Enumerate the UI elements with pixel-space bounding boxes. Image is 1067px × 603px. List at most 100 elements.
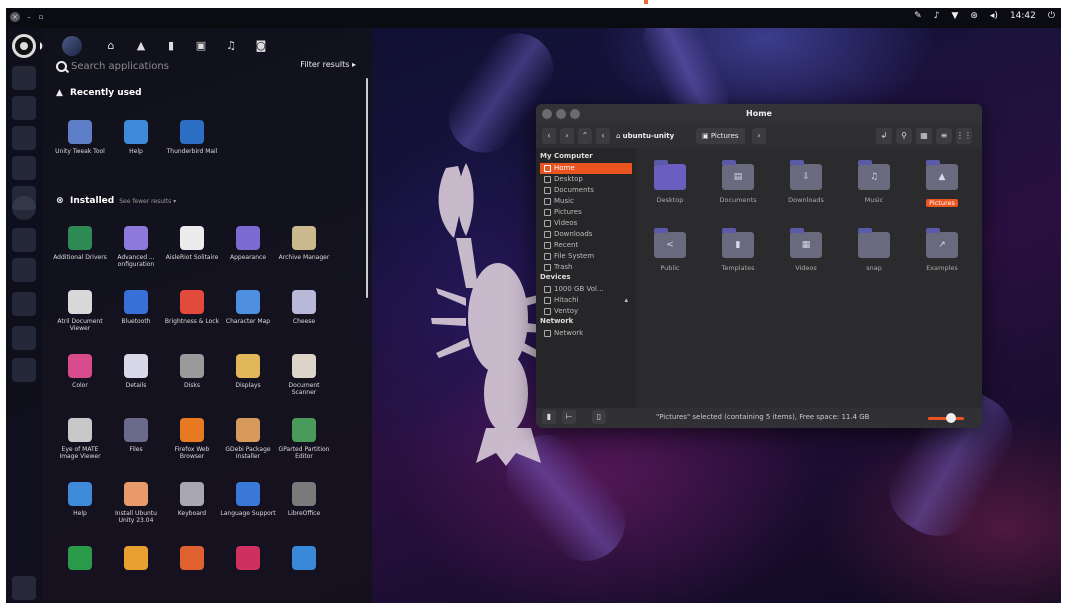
back-button[interactable]: ‹ xyxy=(542,128,556,144)
folder-item[interactable]: ↗ Examples xyxy=(912,228,972,272)
app-launcher[interactable] xyxy=(108,546,164,574)
minimize-window-button[interactable]: – xyxy=(24,12,34,22)
video-lens-icon[interactable]: ▣ xyxy=(194,39,208,53)
sidebar-item[interactable]: Recent xyxy=(540,240,632,251)
app-launcher[interactable] xyxy=(220,546,276,574)
list-view-button[interactable]: ≡ xyxy=(936,128,952,144)
launcher-item-office[interactable] xyxy=(12,126,36,150)
app-launcher[interactable]: Disks xyxy=(164,354,220,389)
sidebar-item[interactable]: Pictures xyxy=(540,207,632,218)
volume-icon[interactable]: ◂) xyxy=(990,11,998,21)
forward-button[interactable]: › xyxy=(560,128,574,144)
app-launcher[interactable]: Help xyxy=(108,120,164,155)
restore-window-button[interactable]: ▫ xyxy=(36,12,46,22)
app-launcher[interactable]: Files xyxy=(108,418,164,453)
close-window-button[interactable]: × xyxy=(10,12,20,22)
folder-item[interactable]: ▦ Videos xyxy=(776,228,836,272)
clock[interactable]: 14:42 xyxy=(1010,11,1036,21)
dash-scrollbar[interactable] xyxy=(366,78,368,298)
sidebar-section-header[interactable]: Network xyxy=(540,317,573,325)
app-launcher[interactable]: Color xyxy=(52,354,108,389)
app-launcher[interactable]: Atril Document Viewer xyxy=(52,290,108,332)
sidebar-toggle-button[interactable]: ▮ xyxy=(542,410,556,424)
launcher-item-files[interactable] xyxy=(12,66,36,90)
files-lens-icon[interactable]: ▮ xyxy=(164,39,178,53)
app-launcher[interactable]: AisleRiot Solitaire xyxy=(164,226,220,261)
launcher-item-disk[interactable] xyxy=(12,196,36,220)
app-launcher[interactable]: Advanced ... onfiguration xyxy=(108,226,164,268)
recently-used-header[interactable]: ▲ Recently used xyxy=(56,88,142,98)
app-launcher[interactable]: LibreOffice xyxy=(276,482,332,517)
folder-item[interactable]: ⇩ Downloads xyxy=(776,160,836,204)
sidebar-item[interactable]: Ventoy xyxy=(540,306,632,317)
app-launcher[interactable]: Appearance xyxy=(220,226,276,261)
compact-view-button[interactable]: ⋮⋮ xyxy=(956,128,972,144)
pen-icon[interactable]: ✎ xyxy=(914,11,922,21)
app-launcher[interactable]: Displays xyxy=(220,354,276,389)
app-launcher[interactable]: Document Scanner xyxy=(276,354,332,396)
toggle-location-button[interactable]: ↲ xyxy=(876,128,892,144)
app-launcher[interactable]: Firefox Web Browser xyxy=(164,418,220,460)
folder-item[interactable]: Desktop xyxy=(640,160,700,204)
accessibility-icon[interactable]: ⊛ xyxy=(970,11,978,21)
app-launcher[interactable]: Keyboard xyxy=(164,482,220,517)
sidebar-item[interactable]: Downloads xyxy=(540,229,632,240)
app-launcher[interactable] xyxy=(276,546,332,574)
photo-lens-icon[interactable]: ◙ xyxy=(254,39,268,53)
launcher-item-app-8[interactable] xyxy=(12,258,36,282)
sidebar-section-header[interactable]: Devices xyxy=(540,273,571,281)
launcher-item-app-10[interactable] xyxy=(12,326,36,350)
bell-icon[interactable]: ♪ xyxy=(934,11,940,21)
search-input[interactable] xyxy=(71,60,271,72)
app-launcher[interactable]: Brightness & Lock xyxy=(164,290,220,325)
app-launcher[interactable]: Details xyxy=(108,354,164,389)
sidebar-item[interactable]: Desktop xyxy=(540,174,632,185)
folder-item[interactable]: snap xyxy=(844,228,904,272)
launcher-item-app-9[interactable] xyxy=(12,292,36,316)
installed-header[interactable]: ⊗ Installed See fewer results ▾ xyxy=(56,196,176,206)
music-lens-icon[interactable]: ♫ xyxy=(224,39,238,53)
folder-item[interactable]: ▤ Documents xyxy=(708,160,768,204)
folder-item[interactable]: ▲ Pictures xyxy=(912,160,972,209)
apps-lens-icon[interactable]: ▲ xyxy=(134,39,148,53)
avatar[interactable] xyxy=(62,36,82,56)
sidebar-item[interactable]: Network xyxy=(540,328,632,339)
app-launcher[interactable]: Cheese xyxy=(276,290,332,325)
wifi-icon[interactable]: ▼ xyxy=(951,11,958,21)
app-launcher[interactable]: Install Ubuntu Unity 23.04 xyxy=(108,482,164,524)
folder-item[interactable]: < Public xyxy=(640,228,700,272)
launcher-item-software[interactable] xyxy=(12,156,36,180)
app-launcher[interactable]: Thunderbird Mail xyxy=(164,120,220,155)
breadcrumb-pictures[interactable]: ▣ Pictures xyxy=(696,128,745,144)
app-launcher[interactable] xyxy=(164,546,220,574)
terminal-button[interactable]: ▯ xyxy=(592,410,606,424)
sidebar-item[interactable]: File System xyxy=(540,251,632,262)
sidebar-item[interactable]: Documents xyxy=(540,185,632,196)
zoom-slider-thumb[interactable] xyxy=(946,413,957,423)
sidebar-item[interactable]: Music xyxy=(540,196,632,207)
sidebar-section-header[interactable]: My Computer xyxy=(540,152,593,160)
app-launcher[interactable]: GParted Partition Editor xyxy=(276,418,332,460)
up-button[interactable]: ⌃ xyxy=(578,128,592,144)
folder-item[interactable]: ▮ Templates xyxy=(708,228,768,272)
app-launcher[interactable]: Eye of MATE Image Viewer xyxy=(52,418,108,460)
app-launcher[interactable]: Archive Manager xyxy=(276,226,332,261)
app-launcher[interactable]: Bluetooth xyxy=(108,290,164,325)
launcher-item-terminal[interactable] xyxy=(12,228,36,252)
see-fewer-results-link[interactable]: See fewer results ▾ xyxy=(119,198,176,205)
sidebar-item[interactable]: 1000 GB Vol... xyxy=(540,284,632,295)
icon-view-button[interactable]: ▦ xyxy=(916,128,932,144)
power-icon[interactable]: ⏻ xyxy=(1048,11,1055,21)
app-launcher[interactable]: Character Map xyxy=(220,290,276,325)
app-launcher[interactable]: Help xyxy=(52,482,108,517)
window-titlebar[interactable]: Home xyxy=(536,104,982,124)
tree-view-button[interactable]: ⊢ xyxy=(562,410,576,424)
sidebar-item[interactable]: Home xyxy=(540,163,632,174)
launcher-item-browser[interactable] xyxy=(12,96,36,120)
breadcrumb-home[interactable]: ⌂ ubuntu-unity xyxy=(616,128,674,144)
app-launcher[interactable] xyxy=(52,546,108,574)
app-launcher[interactable]: GDebi Package Installer xyxy=(220,418,276,460)
breadcrumb-left-button[interactable]: ‹ xyxy=(596,128,610,144)
app-launcher[interactable]: Language Support xyxy=(220,482,276,517)
sidebar-item[interactable]: Trash xyxy=(540,262,632,273)
